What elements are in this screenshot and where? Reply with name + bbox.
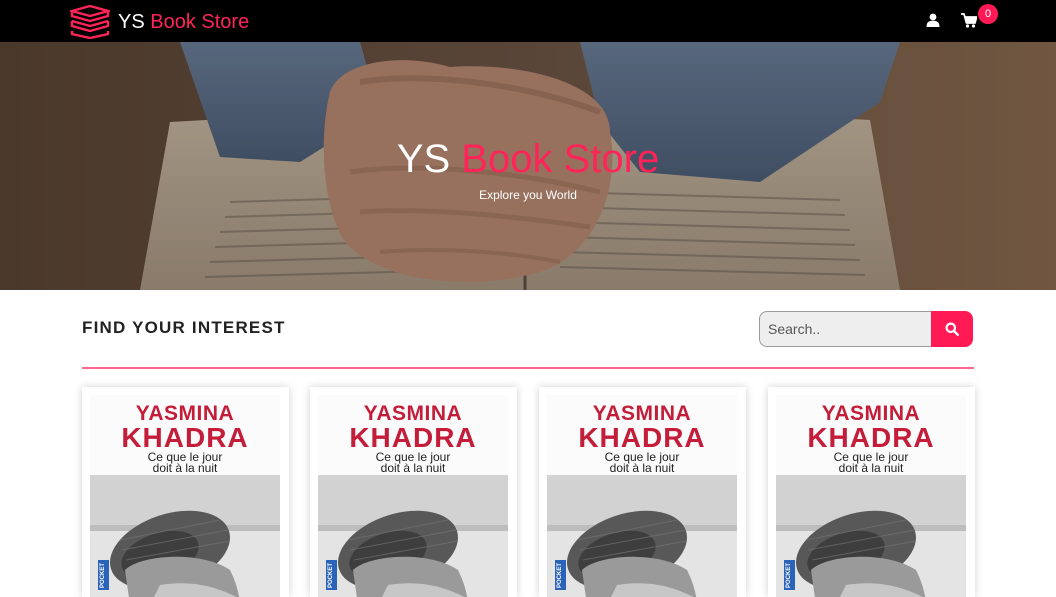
book-cover: YASMINA KHADRA Ce que le jour doit à la n…	[90, 395, 280, 597]
book-cover: YASMINA KHADRA Ce que le jour doit à la n…	[547, 395, 737, 597]
section-divider	[82, 367, 974, 369]
book-card[interactable]: YASMINA KHADRA Ce que le jour doit à la n…	[768, 387, 975, 597]
book-title: Ce que le jour doit à la nuit	[776, 451, 966, 475]
cart-icon[interactable]	[961, 13, 977, 28]
book-card[interactable]: YASMINA KHADRA Ce que le jour doit à la n…	[310, 387, 517, 597]
book-cover-photo	[776, 475, 966, 597]
brand-ys-text: YS	[118, 11, 145, 33]
book-title: Ce que le jour doit à la nuit	[90, 451, 280, 475]
book-title-line2: doit à la nuit	[152, 461, 218, 475]
book-cover-photo	[90, 475, 280, 597]
book-title: Ce que le jour doit à la nuit	[547, 451, 737, 475]
cart-count-badge[interactable]: 0	[978, 4, 998, 24]
hero-banner: YS Book Store Explore you World	[0, 42, 1056, 290]
brand-logo-link[interactable]: YS Book Store	[70, 5, 249, 39]
book-title-line2: doit à la nuit	[380, 461, 446, 475]
book-cover-photo	[318, 475, 508, 597]
section-title: FIND YOUR INTEREST	[82, 318, 286, 337]
publisher-logo: POCKET	[98, 560, 109, 590]
book-title-line2: doit à la nuit	[838, 461, 904, 475]
search-input[interactable]	[759, 311, 933, 347]
book-cover: YASMINA KHADRA Ce que le jour doit à la n…	[776, 395, 966, 597]
hero-title: YS Book Store	[0, 136, 1056, 182]
publisher-logo: POCKET	[784, 560, 795, 590]
user-icon[interactable]	[926, 13, 940, 27]
book-cover: YASMINA KHADRA Ce que le jour doit à la n…	[318, 395, 508, 597]
brand-name: YS Book Store	[118, 5, 249, 39]
search-button[interactable]	[931, 311, 973, 347]
hero-title-store: Book Store	[461, 137, 660, 181]
book-cover-photo	[547, 475, 737, 597]
book-card[interactable]: YASMINA KHADRA Ce que le jour doit à la n…	[539, 387, 746, 597]
hero-title-ys: YS	[396, 137, 451, 181]
book-card[interactable]: YASMINA KHADRA Ce que le jour doit à la n…	[82, 387, 289, 597]
navbar: YS Book Store 0	[0, 0, 1056, 42]
book-title-line2: doit à la nuit	[609, 461, 675, 475]
book-title: Ce que le jour doit à la nuit	[318, 451, 508, 475]
publisher-logo: POCKET	[326, 560, 337, 590]
publisher-logo: POCKET	[555, 560, 566, 590]
books-stack-icon	[70, 5, 110, 39]
brand-store-text: Book Store	[150, 11, 250, 33]
search-icon	[945, 322, 959, 336]
hero-subtitle: Explore you World	[479, 188, 577, 202]
